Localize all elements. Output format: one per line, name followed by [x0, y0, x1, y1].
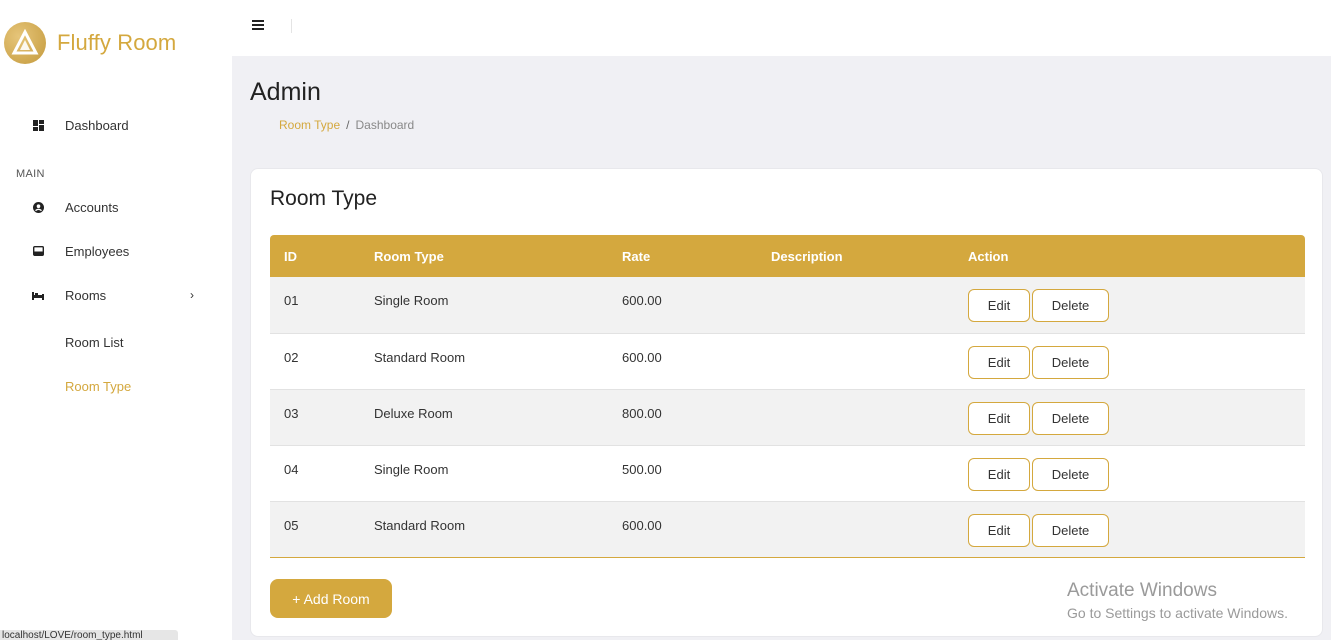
- sidebar-item-label: Dashboard: [65, 117, 129, 133]
- cell-rate: 600.00: [622, 517, 662, 533]
- sidebar-item-label: Rooms: [65, 287, 107, 303]
- sidebar-item-label: Employees: [65, 243, 130, 259]
- delete-button[interactable]: Delete: [1032, 345, 1109, 379]
- column-header-room-type: Room Type: [374, 248, 444, 264]
- inbox-icon: [32, 245, 44, 257]
- cell-action: Edit Delete: [968, 277, 1305, 333]
- chevron-right-icon: ›: [190, 288, 194, 302]
- brand[interactable]: Fluffy Room: [4, 22, 176, 64]
- cell-rate: 600.00: [622, 293, 662, 308]
- cell-room-type: Single Room: [374, 293, 449, 308]
- topbar: [232, 0, 1331, 56]
- cell-id: 04: [284, 461, 299, 477]
- breadcrumb-link[interactable]: Room Type: [279, 118, 340, 132]
- cell-action: Edit Delete: [968, 389, 1305, 445]
- cell-description: [771, 389, 968, 445]
- menu-toggle-icon[interactable]: [252, 20, 264, 32]
- delete-button[interactable]: Delete: [1032, 457, 1109, 491]
- watermark-subtitle: Go to Settings to activate Windows.: [1067, 605, 1288, 621]
- section-label-main: MAIN: [16, 168, 45, 180]
- sidebar-item-dashboard[interactable]: Dashboard: [0, 113, 232, 137]
- table-row: 04 Single Room 500.00 Edit Delete: [270, 445, 1305, 501]
- cell-action: Edit Delete: [968, 333, 1305, 389]
- cell-action: Edit Delete: [968, 501, 1305, 557]
- table-row: 03 Deluxe Room 800.00 Edit Delete: [270, 389, 1305, 445]
- card-title: Room Type: [270, 187, 377, 210]
- cell-rate: 600.00: [622, 349, 662, 365]
- activation-watermark: Activate Windows Go to Settings to activ…: [1067, 580, 1288, 621]
- sidebar-item-accounts[interactable]: Accounts: [0, 195, 232, 219]
- delete-button[interactable]: Delete: [1032, 513, 1109, 547]
- cell-room-type: Single Room: [374, 461, 449, 477]
- browser-status-bar: localhost/LOVE/room_type.html: [0, 630, 178, 640]
- edit-button[interactable]: Edit: [968, 289, 1030, 322]
- add-room-button[interactable]: + Add Room: [270, 579, 392, 618]
- dashboard-icon: [32, 119, 44, 131]
- cell-id: 02: [284, 349, 299, 365]
- column-header-rate: Rate: [622, 248, 651, 264]
- bed-icon: [32, 289, 44, 301]
- sidebar: Fluffy Room Dashboard MAIN Accounts Empl…: [0, 0, 232, 640]
- table-row: 05 Standard Room 600.00 Edit Delete: [270, 501, 1305, 557]
- page-title: Admin: [250, 78, 321, 106]
- cell-description: [771, 277, 968, 333]
- cell-id: 03: [284, 405, 299, 421]
- breadcrumb-current: Dashboard: [355, 118, 415, 132]
- cell-description: [771, 501, 968, 557]
- cell-id: 05: [284, 517, 299, 533]
- delete-button[interactable]: Delete: [1032, 401, 1109, 435]
- cell-rate: 800.00: [622, 405, 662, 421]
- sidebar-item-employees[interactable]: Employees: [0, 239, 232, 263]
- logo-icon: [4, 22, 46, 64]
- sidebar-item-label: Accounts: [65, 199, 119, 215]
- watermark-title: Activate Windows: [1067, 580, 1217, 601]
- table-row: 01 Single Room 600.00 Edit Delete: [270, 277, 1305, 333]
- edit-button[interactable]: Edit: [968, 345, 1030, 379]
- cell-action: Edit Delete: [968, 445, 1305, 501]
- breadcrumb-separator: /: [346, 118, 350, 132]
- table-header-row: ID Room Type Rate Description Action: [270, 235, 1305, 277]
- column-header-action: Action: [968, 248, 1009, 264]
- cell-description: [771, 445, 968, 501]
- cell-id: 01: [284, 293, 299, 308]
- cell-description: [771, 333, 968, 389]
- column-header-id: ID: [284, 248, 297, 264]
- cell-room-type: Standard Room: [374, 517, 466, 533]
- edit-button[interactable]: Edit: [968, 513, 1030, 547]
- brand-name: Fluffy Room: [57, 30, 177, 55]
- sidebar-item-room-list[interactable]: Room List: [65, 335, 124, 350]
- user-circle-icon: [32, 201, 44, 213]
- sidebar-item-room-type[interactable]: Room Type: [65, 379, 131, 394]
- cell-room-type: Deluxe Room: [374, 405, 453, 421]
- delete-button[interactable]: Delete: [1032, 289, 1109, 322]
- divider: [291, 19, 292, 33]
- cell-room-type: Standard Room: [374, 349, 466, 365]
- room-type-table: ID Room Type Rate Description Action 01 …: [270, 235, 1305, 558]
- column-header-description: Description: [771, 248, 843, 264]
- breadcrumb: Room Type / Dashboard: [279, 118, 414, 132]
- table-row: 02 Standard Room 600.00 Edit Delete: [270, 333, 1305, 389]
- edit-button[interactable]: Edit: [968, 401, 1030, 435]
- cell-rate: 500.00: [622, 461, 662, 477]
- room-type-card: Room Type ID Room Type Rate Description …: [250, 168, 1323, 637]
- sidebar-item-rooms[interactable]: Rooms ›: [0, 283, 232, 307]
- edit-button[interactable]: Edit: [968, 457, 1030, 491]
